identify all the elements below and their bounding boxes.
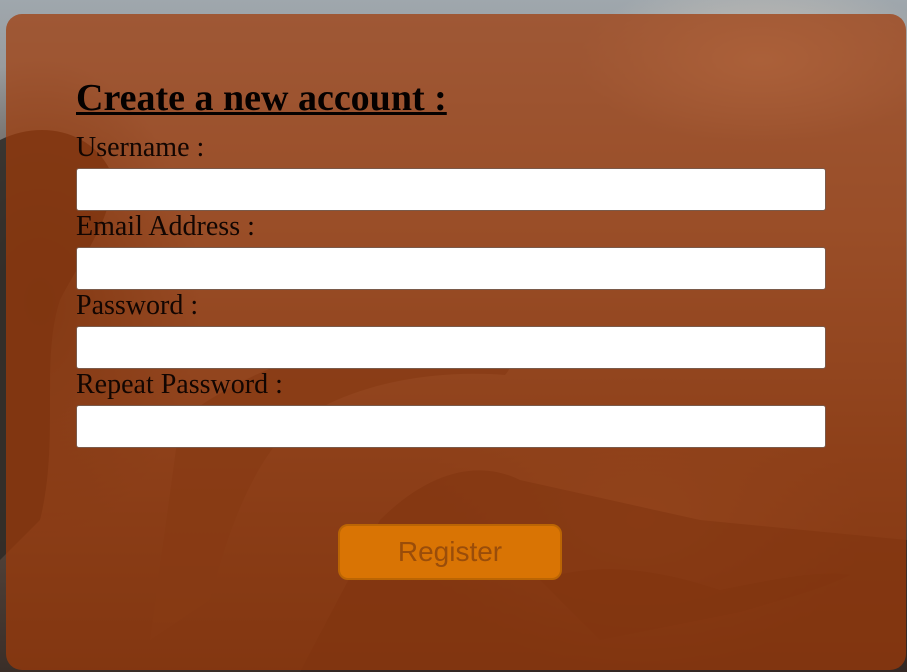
password-label: Password :	[76, 290, 199, 321]
password-input[interactable]	[76, 326, 826, 369]
username-label: Username :	[76, 132, 205, 163]
email-input[interactable]	[76, 247, 826, 290]
repeat-password-input[interactable]	[76, 405, 826, 448]
registration-form: Create a new account : Username : Email …	[76, 78, 826, 450]
email-label: Email Address :	[76, 211, 255, 242]
form-title: Create a new account :	[76, 77, 447, 119]
register-button[interactable]: Register	[338, 524, 562, 580]
repeat-password-label: Repeat Password :	[76, 369, 283, 400]
username-input[interactable]	[76, 168, 826, 211]
